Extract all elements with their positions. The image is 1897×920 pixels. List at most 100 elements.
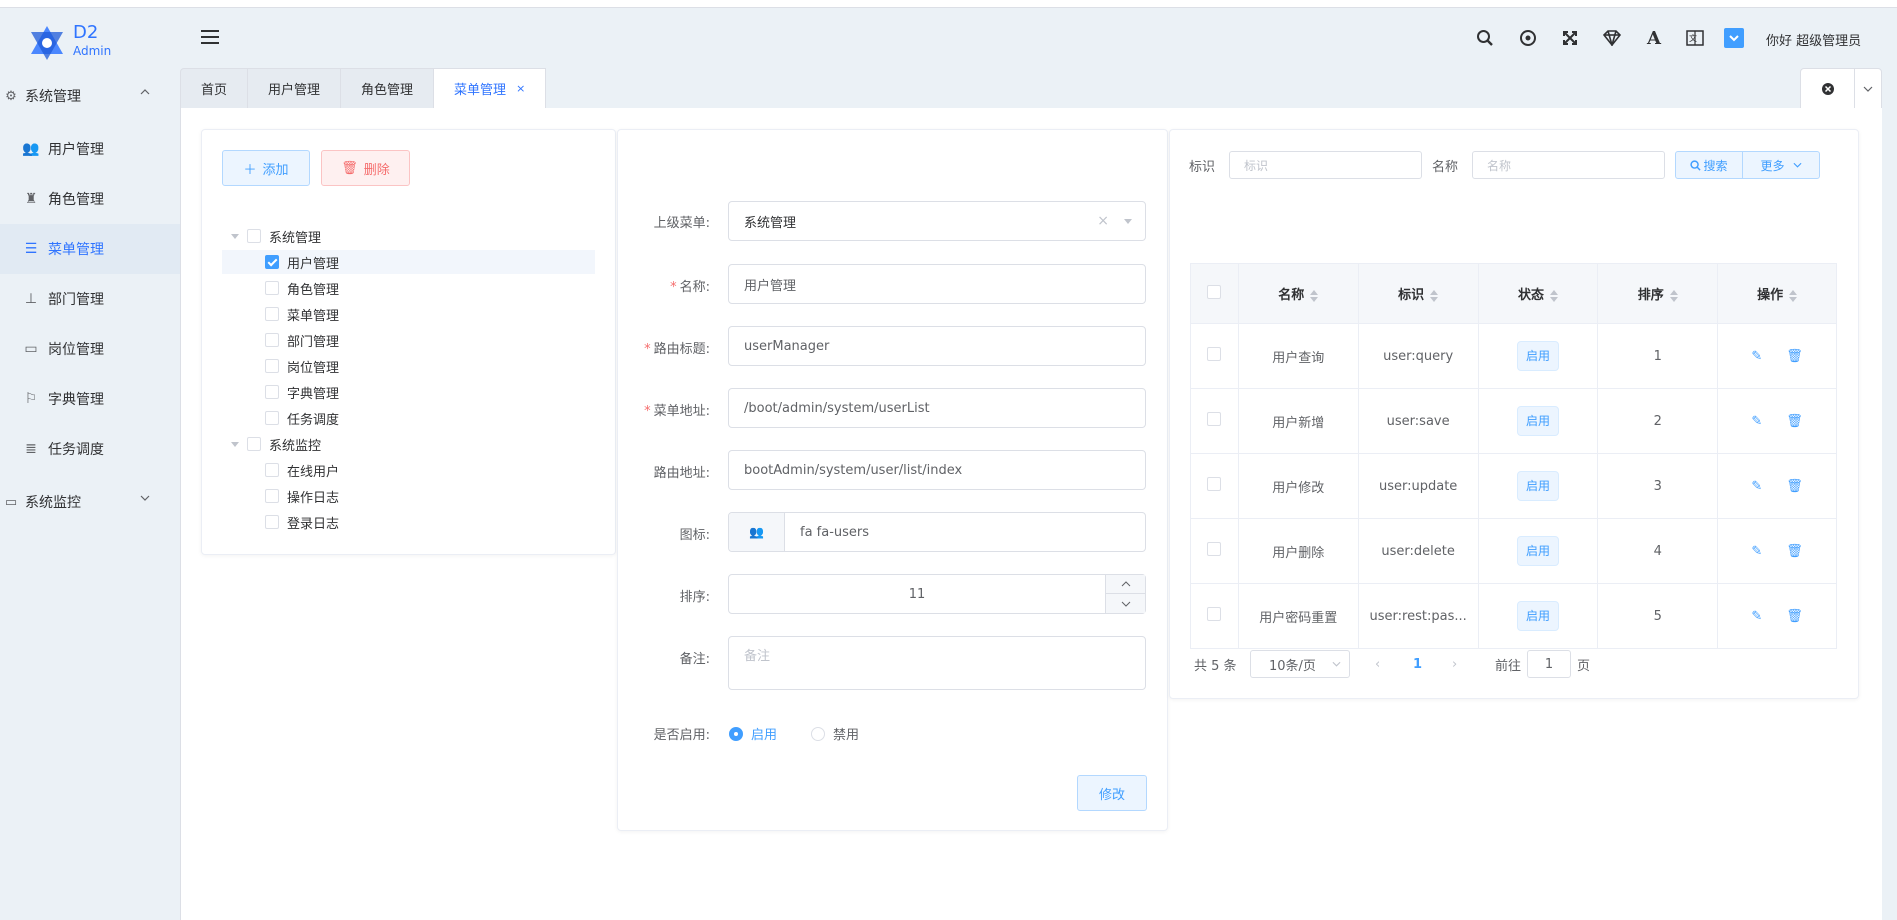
tree-node[interactable]: 在线用户 xyxy=(222,458,595,482)
route-title-input[interactable]: userManager xyxy=(728,326,1146,366)
tree-checkbox[interactable] xyxy=(247,229,261,243)
row-checkbox[interactable] xyxy=(1207,477,1222,491)
name-search-input[interactable]: 名称 xyxy=(1472,151,1665,179)
remark-textarea[interactable]: 备注 xyxy=(728,636,1146,690)
search-button[interactable]: 搜索 xyxy=(1675,151,1743,179)
tree-checkbox[interactable] xyxy=(265,411,279,425)
column-header[interactable]: 标识 xyxy=(1357,263,1479,324)
parent-menu-select[interactable]: 系统管理 × xyxy=(728,201,1146,241)
submit-button[interactable]: 修改 xyxy=(1077,775,1147,811)
sidebar-item-users[interactable]: 👥 用户管理 xyxy=(0,124,180,174)
tree-node[interactable]: 用户管理 xyxy=(222,250,595,274)
search-icon[interactable] xyxy=(1475,28,1495,48)
order-stepper[interactable]: 11 xyxy=(728,574,1146,614)
tab-roles[interactable]: 角色管理 xyxy=(341,68,435,109)
route-path-input[interactable]: bootAdmin/system/user/list/index xyxy=(728,450,1146,490)
tree-node[interactable]: 部门管理 xyxy=(222,328,595,352)
name-input[interactable]: 用户管理 xyxy=(728,264,1146,304)
row-checkbox[interactable] xyxy=(1207,542,1222,556)
caret-down-icon[interactable] xyxy=(231,441,239,447)
tab-dropdown-icon[interactable] xyxy=(1855,69,1881,108)
select-all-checkbox[interactable] xyxy=(1207,284,1222,299)
tree-checkbox[interactable] xyxy=(247,437,261,451)
tree-node[interactable]: 系统管理 xyxy=(222,224,595,248)
icon-input[interactable]: 👥 fa fa-users xyxy=(728,512,1146,552)
sidebar-item-posts[interactable]: ▭ 岗位管理 xyxy=(0,324,180,374)
tree-checkbox[interactable] xyxy=(265,385,279,399)
sidebar-item-tasks[interactable]: ≣ 任务调度 xyxy=(0,424,180,474)
radio-enabled[interactable]: 启用 xyxy=(729,724,777,743)
edit-icon[interactable]: ✎ xyxy=(1751,609,1762,624)
tree-node[interactable]: 菜单管理 xyxy=(222,302,595,326)
caret-down-icon[interactable] xyxy=(231,233,239,239)
sidebar-item-menus[interactable]: ☰ 菜单管理 xyxy=(0,224,180,274)
tree-node[interactable]: 任务调度 xyxy=(222,406,595,430)
next-page-icon[interactable]: › xyxy=(1452,650,1457,678)
ident-search-input[interactable]: 标识 xyxy=(1229,151,1422,179)
user-greeting[interactable]: 你好 超级管理员 xyxy=(1766,30,1861,49)
row-checkbox[interactable] xyxy=(1207,607,1222,621)
tree-checkbox[interactable] xyxy=(265,333,279,347)
log-icon[interactable] xyxy=(1518,28,1538,48)
close-icon[interactable]: × xyxy=(516,82,525,95)
tree-node[interactable]: 系统监控 xyxy=(222,432,595,456)
language-icon[interactable]: 文 xyxy=(1685,28,1705,48)
tree-checkbox[interactable] xyxy=(265,359,279,373)
radio-button[interactable] xyxy=(729,726,743,741)
more-button[interactable]: 更多 xyxy=(1742,151,1820,179)
app-logo[interactable]: D2 Admin xyxy=(28,20,148,64)
tree-node[interactable]: 岗位管理 xyxy=(222,354,595,378)
row-checkbox[interactable] xyxy=(1207,347,1222,361)
delete-icon[interactable]: 🗑 xyxy=(1786,609,1803,624)
tab-users[interactable]: 用户管理 xyxy=(248,68,342,109)
tree-checkbox[interactable] xyxy=(265,307,279,321)
delete-icon[interactable]: 🗑 xyxy=(1786,349,1803,364)
delete-icon[interactable]: 🗑 xyxy=(1786,479,1803,494)
edit-icon[interactable]: ✎ xyxy=(1751,544,1762,559)
tree-checkbox[interactable] xyxy=(265,489,279,503)
menu-group-monitor[interactable]: ▭ 系统监控 xyxy=(0,480,180,524)
tab-menus[interactable]: 菜单管理 × xyxy=(434,68,547,109)
tree-checkbox[interactable] xyxy=(265,515,279,529)
sidebar-item-roles[interactable]: ♜ 角色管理 xyxy=(0,174,180,224)
menu-toggle-icon[interactable] xyxy=(201,30,219,46)
tree-node[interactable]: 字典管理 xyxy=(222,380,595,404)
fullscreen-icon[interactable] xyxy=(1560,28,1580,48)
edit-icon[interactable]: ✎ xyxy=(1751,349,1762,364)
users-icon[interactable]: 👥 xyxy=(729,513,785,551)
tree-checkbox[interactable] xyxy=(265,281,279,295)
column-header[interactable]: 排序 xyxy=(1597,263,1719,324)
column-header[interactable]: 状态 xyxy=(1477,263,1599,324)
delete-icon[interactable]: 🗑 xyxy=(1786,544,1803,559)
delete-button[interactable]: 🗑 删除 xyxy=(321,150,410,186)
menu-group-system[interactable]: ⚙ 系统管理 xyxy=(0,74,180,118)
tree-node[interactable]: 登录日志 xyxy=(222,510,595,534)
radio-button[interactable] xyxy=(811,726,825,741)
radio-disabled[interactable]: 禁用 xyxy=(811,724,859,743)
edit-icon[interactable]: ✎ xyxy=(1751,414,1762,429)
clear-icon[interactable]: × xyxy=(1097,213,1109,229)
edit-icon[interactable]: ✎ xyxy=(1751,479,1762,494)
sidebar-item-departments[interactable]: ⊥ 部门管理 xyxy=(0,274,180,324)
column-header[interactable]: 操作 xyxy=(1717,263,1837,324)
theme-icon[interactable] xyxy=(1602,28,1622,48)
prev-page-icon[interactable]: ‹ xyxy=(1375,650,1380,678)
tree-node[interactable]: 操作日志 xyxy=(222,484,595,508)
sidebar-item-dictionary[interactable]: ⚐ 字典管理 xyxy=(0,374,180,424)
tab-home[interactable]: 首页 xyxy=(180,68,249,109)
increase-icon[interactable] xyxy=(1105,575,1145,594)
delete-icon[interactable]: 🗑 xyxy=(1786,414,1803,429)
user-avatar-icon[interactable] xyxy=(1724,28,1744,48)
menu-url-input[interactable]: /boot/admin/system/userList xyxy=(728,388,1146,428)
column-header[interactable]: 名称 xyxy=(1237,263,1359,324)
row-checkbox[interactable] xyxy=(1207,412,1222,426)
decrease-icon[interactable] xyxy=(1105,594,1145,613)
font-size-icon[interactable]: A xyxy=(1644,28,1664,49)
tree-checkbox[interactable] xyxy=(265,255,279,269)
tree-checkbox[interactable] xyxy=(265,463,279,477)
page-number-current[interactable]: 1 xyxy=(1413,650,1422,678)
close-all-tabs-icon[interactable] xyxy=(1801,69,1855,108)
tree-node[interactable]: 角色管理 xyxy=(222,276,595,300)
goto-page-input[interactable]: 1 xyxy=(1527,650,1571,678)
add-button[interactable]: ＋ 添加 xyxy=(222,150,310,186)
